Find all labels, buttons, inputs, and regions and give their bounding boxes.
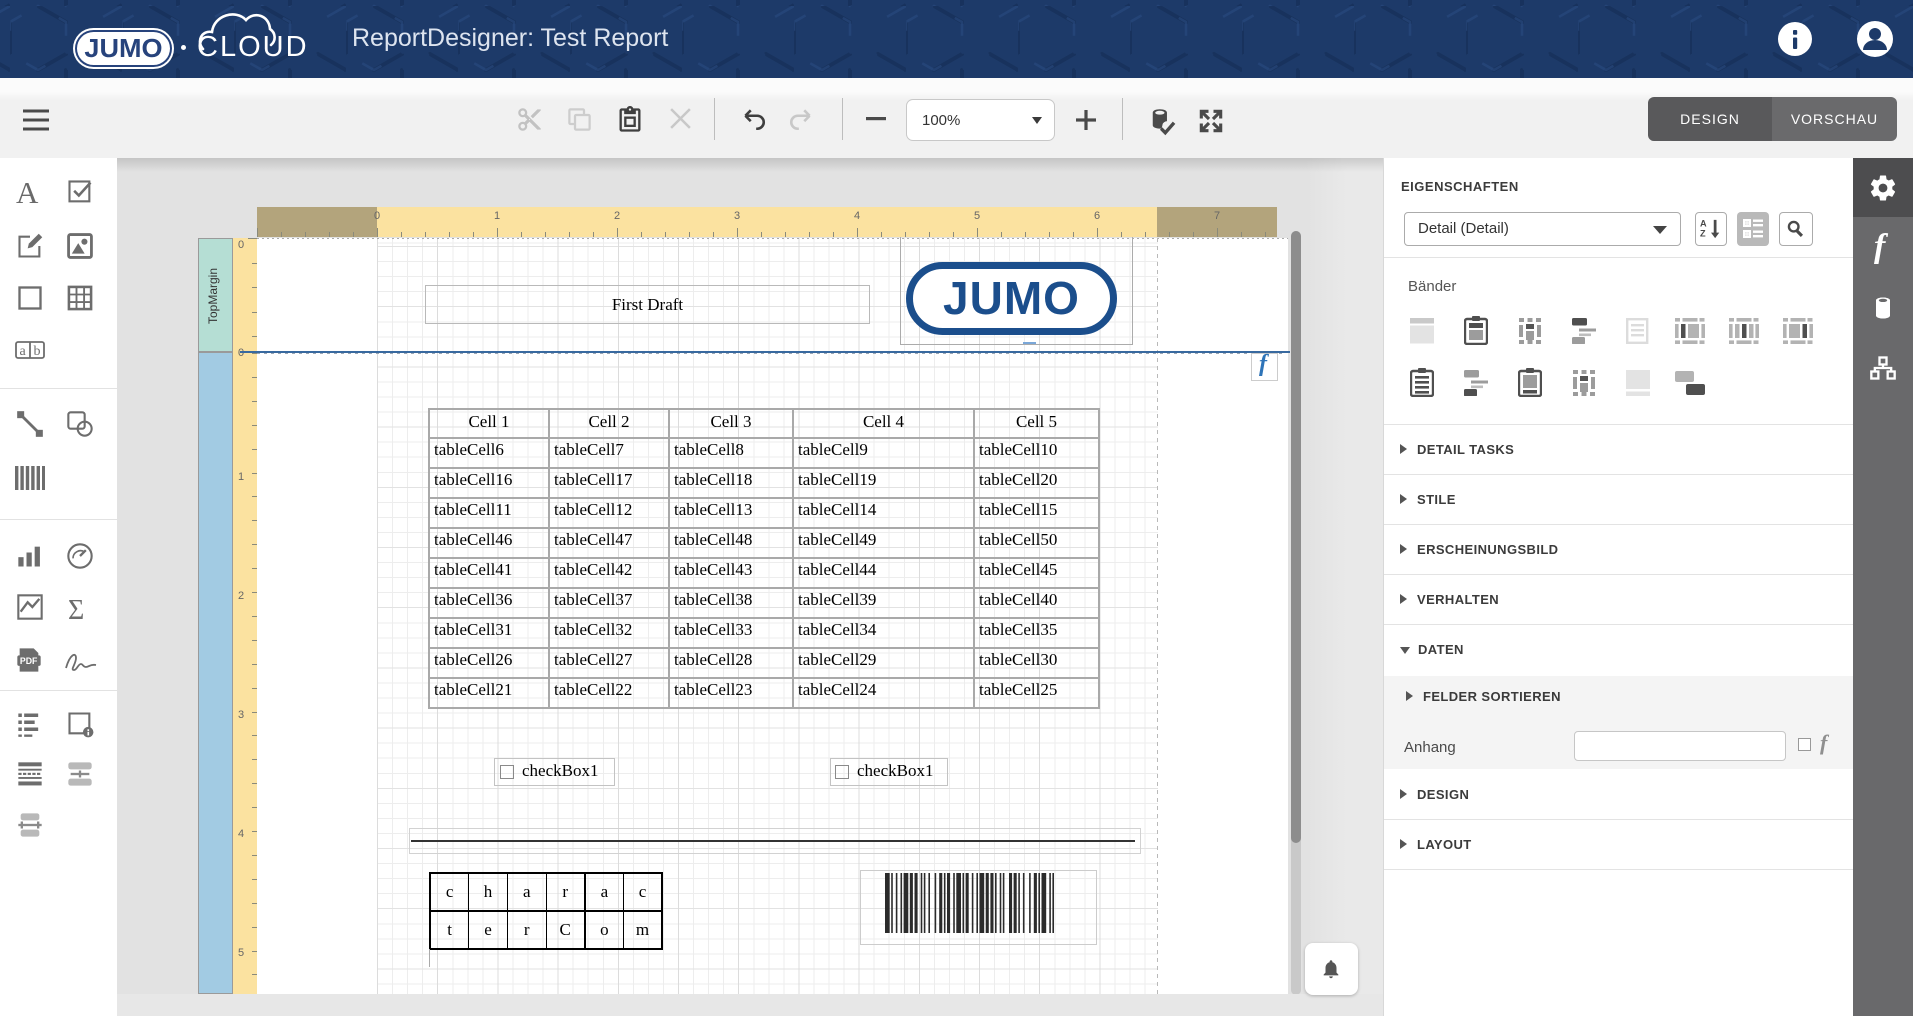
svg-text:Z: Z — [1700, 228, 1706, 238]
svg-text:b: b — [34, 344, 41, 359]
svg-text:a: a — [20, 344, 27, 359]
svg-text:PDF: PDF — [20, 656, 38, 666]
svg-text:A: A — [1700, 218, 1707, 228]
